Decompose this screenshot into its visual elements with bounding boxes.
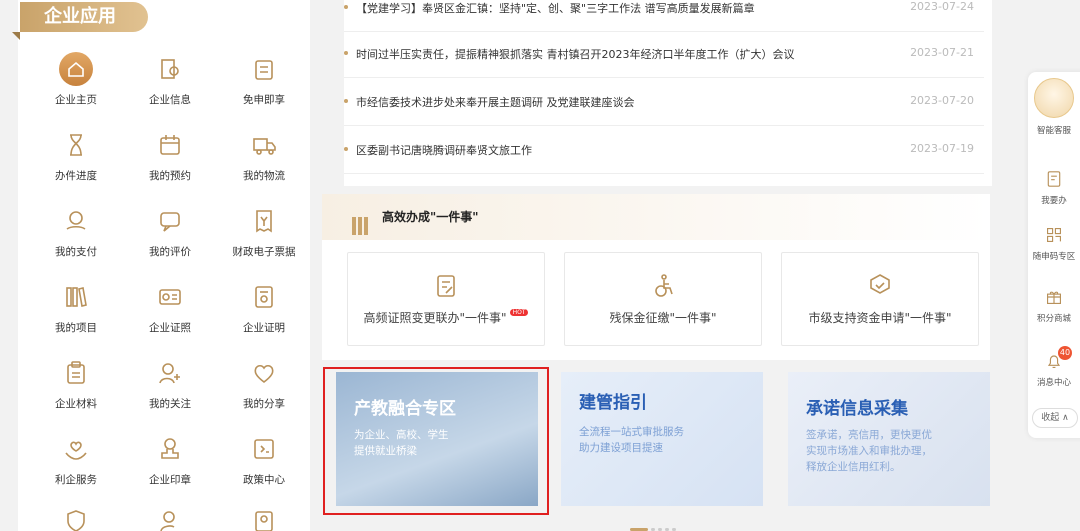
banner-commitment-info[interactable]: 承诺信息采集 签承诺，亮信用，更快更优 实现市场准入和审批办理， 释放企业信用红利。	[788, 372, 990, 506]
hot-badge: HOT	[509, 309, 529, 316]
right-float-panel: 智能客服 我要办 随申码专区 积分商城 40 消息中心 收起 ∧	[1028, 72, 1080, 438]
no-apply-icon	[247, 52, 281, 86]
news-item[interactable]: 区委副书记唐晓腾调研奉贤文旅工作 2023-07-19	[344, 126, 984, 174]
app-item[interactable]: 我的评价	[122, 204, 218, 259]
hourglass-icon	[59, 128, 93, 162]
policy-book-icon	[247, 432, 281, 466]
id-card-icon	[247, 504, 281, 531]
app-item[interactable]: 企业信息	[122, 52, 218, 107]
carousel-dots[interactable]	[630, 516, 679, 531]
truck-icon	[247, 128, 281, 162]
license-icon	[153, 280, 187, 314]
one-thing-card[interactable]: 残保金征缴"一件事"	[564, 252, 762, 346]
news-item[interactable]: 市经信委技术进步处来奉开展主题调研 及党建联建座谈会 2023-07-20	[344, 78, 984, 126]
receipt-icon	[247, 204, 281, 238]
smart-service-item[interactable]: 智能客服	[1028, 72, 1080, 136]
edit-doc-icon	[429, 269, 463, 303]
message-center-item[interactable]: 40 消息中心	[1028, 346, 1080, 388]
certificate-icon	[247, 280, 281, 314]
one-thing-card[interactable]: 市级支持资金申请"一件事"	[781, 252, 979, 346]
news-item[interactable]: 时间过半压实责任，提振精神狠抓落实 青村镇召开2023年经济口半年度工作（扩大）…	[344, 30, 984, 78]
collapse-button[interactable]: 收起 ∧	[1032, 408, 1078, 428]
app-item[interactable]: 我的物流	[216, 128, 312, 183]
app-item[interactable]: 企业主页	[28, 52, 124, 107]
hand-heart-icon	[59, 432, 93, 466]
comment-icon	[153, 204, 187, 238]
message-count-badge: 40	[1058, 346, 1072, 360]
clipboard-icon	[59, 356, 93, 390]
home-icon	[59, 52, 93, 86]
app-item[interactable]: 财政电子票据	[216, 204, 312, 259]
enterprise-info-icon	[153, 52, 187, 86]
one-thing-card[interactable]: 高频证照变更联办"一件事" HOT	[347, 252, 545, 346]
qr-code-icon	[1043, 224, 1065, 246]
bars-icon	[352, 208, 372, 235]
app-item[interactable]: 我的项目	[28, 280, 124, 335]
app-item[interactable]: 企业材料	[28, 356, 124, 411]
app-item[interactable]: 我的关注	[122, 356, 218, 411]
app-item[interactable]: 我的支付	[28, 204, 124, 259]
follow-user-icon	[153, 356, 187, 390]
app-item[interactable]: 我的预约	[122, 128, 218, 183]
app-item[interactable]: 我的分享	[216, 356, 312, 411]
shield-icon	[59, 504, 93, 531]
app-item[interactable]: 免申即享	[216, 52, 312, 107]
banner-construction-guide[interactable]: 建管指引 全流程一站式审批服务 助力建设项目提速	[561, 372, 763, 506]
app-item[interactable]: 利企服务	[28, 432, 124, 487]
app-item[interactable]: 企业证照	[122, 280, 218, 335]
one-thing-header: 高效办成"一件事"	[322, 194, 990, 240]
points-mall-item[interactable]: 积分商城	[1028, 286, 1080, 324]
calendar-icon	[153, 128, 187, 162]
app-item[interactable]: 企业印章	[122, 432, 218, 487]
app-item[interactable]	[122, 504, 218, 531]
books-icon	[59, 280, 93, 314]
app-item[interactable]	[28, 504, 124, 531]
payment-icon	[59, 204, 93, 238]
app-item[interactable]: 政策中心	[216, 432, 312, 487]
disabled-icon	[646, 269, 680, 303]
sidebar-title: 企业应用	[20, 2, 148, 32]
todo-item[interactable]: 我要办	[1028, 168, 1080, 206]
seal-icon	[153, 432, 187, 466]
app-item[interactable]	[216, 504, 312, 531]
app-item[interactable]: 企业证明	[216, 280, 312, 335]
heart-share-icon	[247, 356, 281, 390]
highlight-box	[323, 367, 549, 515]
edit-doc-icon	[1043, 168, 1065, 190]
app-item[interactable]: 办件进度	[28, 128, 124, 183]
award-icon	[863, 269, 897, 303]
one-thing-panel: 高效办成"一件事" 高频证照变更联办"一件事" HOT 残保金征缴"一件事" 市级…	[322, 194, 990, 360]
news-list: 【党建学习】奉贤区金汇镇：坚持"定、创、聚"三字工作法 谱写高质量发展新篇章 20…	[344, 0, 992, 186]
suishen-code-item[interactable]: 随申码专区	[1028, 224, 1080, 262]
news-item[interactable]: 【党建学习】奉贤区金汇镇：坚持"定、创、聚"三字工作法 谱写高质量发展新篇章 20…	[344, 0, 984, 32]
user-edit-icon	[153, 504, 187, 531]
mascot-icon	[1034, 78, 1074, 118]
gift-icon	[1043, 286, 1065, 308]
